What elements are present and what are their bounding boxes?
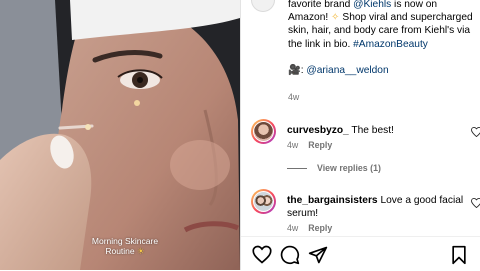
heart-icon[interactable]: [252, 245, 272, 265]
comment-time[interactable]: 4w: [287, 223, 298, 233]
video-overlay-text: Morning Skincare Routine ☀: [80, 236, 170, 256]
overlay-line-1: Morning Skincare: [91, 236, 159, 246]
video-frame-illustration: [0, 0, 240, 270]
comments-panel: favorite brand @Kiehls is now on Amazon!…: [240, 0, 480, 270]
post-action-bar: [241, 236, 480, 271]
comment-meta: 4w Reply: [287, 140, 332, 150]
reply-button[interactable]: Reply: [308, 223, 332, 233]
sun-emoji-icon: ☀: [137, 246, 145, 256]
overlay-line-2: Routine ☀: [105, 246, 145, 256]
comment-time[interactable]: 4w: [287, 140, 298, 150]
comment-username[interactable]: the_bargainsisters: [287, 195, 378, 206]
like-comment-icon[interactable]: [471, 198, 480, 208]
reply-button[interactable]: Reply: [308, 140, 332, 150]
author-avatar[interactable]: [251, 0, 275, 12]
mention-link[interactable]: @Kiehls: [353, 0, 391, 10]
caption-timestamp[interactable]: 4w: [288, 92, 299, 102]
hashtag-link[interactable]: #AmazonBeauty: [353, 39, 428, 50]
camera-emoji-icon: 🎥: [288, 64, 301, 76]
like-comment-icon[interactable]: [471, 127, 480, 137]
comment-body: the_bargainsisters Love a good facial se…: [287, 194, 472, 220]
commenter-avatar[interactable]: [251, 189, 276, 214]
comment-body: curvesbyzo_ The best!: [287, 124, 472, 137]
comment-meta: 4w Reply: [287, 223, 332, 233]
comment-icon[interactable]: [280, 245, 300, 265]
comment-text: The best!: [351, 125, 394, 136]
credit-mention-link[interactable]: @ariana__weldon: [306, 65, 388, 76]
sparkles-icon: ✧: [331, 12, 340, 24]
post-frame: Morning Skincare Routine ☀ favorite bran…: [0, 0, 480, 270]
post-caption: favorite brand @Kiehls is now on Amazon!…: [288, 0, 473, 76]
comment-username[interactable]: curvesbyzo_: [287, 125, 349, 136]
commenter-avatar[interactable]: [251, 119, 276, 144]
view-replies-button[interactable]: View replies (1): [287, 163, 381, 173]
divider-line: [287, 167, 307, 169]
share-icon[interactable]: [308, 245, 328, 265]
post-video[interactable]: Morning Skincare Routine ☀: [0, 0, 240, 270]
bookmark-icon[interactable]: [449, 245, 469, 265]
